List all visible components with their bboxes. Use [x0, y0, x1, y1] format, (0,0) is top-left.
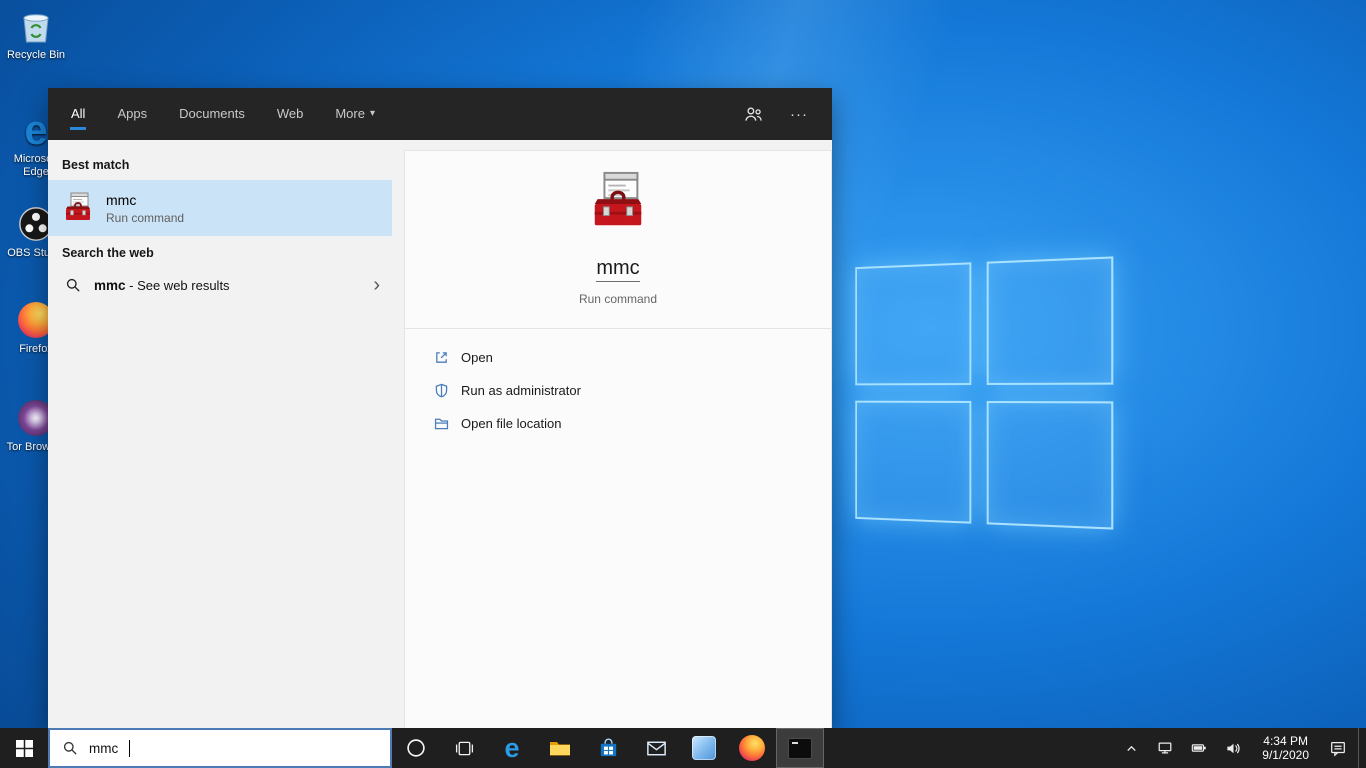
- web-search-result[interactable]: mmc - See web results ›: [48, 268, 392, 302]
- taskbar-mail-button[interactable]: [632, 728, 680, 768]
- edge-icon: e: [504, 733, 520, 763]
- chevron-up-icon: [1127, 745, 1137, 751]
- action-center-icon: [1331, 741, 1345, 757]
- action-run-as-administrator[interactable]: Run as administrator: [433, 374, 831, 407]
- system-tray: 4:34 PM 9/1/2020: [1117, 728, 1366, 768]
- taskbar-edge-button[interactable]: e: [488, 728, 536, 768]
- search-input-value: mmc: [89, 740, 119, 756]
- pinned-app-icon: [692, 736, 716, 760]
- volume-tray-button[interactable]: [1218, 728, 1249, 768]
- mail-icon: [646, 741, 666, 755]
- network-tray-button[interactable]: [1150, 728, 1180, 768]
- result-title: mmc: [106, 191, 137, 208]
- search-the-web-header: Search the web: [62, 246, 154, 260]
- battery-icon: [1192, 744, 1207, 752]
- microsoft-store-icon: [600, 738, 616, 756]
- mmc-toolbox-icon: [62, 192, 94, 224]
- chevron-down-icon: ▾: [369, 108, 375, 119]
- action-open[interactable]: Open: [433, 341, 831, 374]
- tab-all[interactable]: All: [70, 98, 87, 130]
- result-subtitle: Run command: [106, 210, 185, 225]
- command-prompt-icon: [788, 737, 812, 759]
- folder-location-icon: [433, 415, 450, 432]
- best-match-header: Best match: [62, 158, 130, 172]
- cortana-icon: [407, 739, 425, 757]
- result-preview-pane: mmc Run command Open Run as administrato…: [404, 150, 832, 728]
- taskbar-search-input[interactable]: mmc: [48, 728, 392, 768]
- hidden-icons-button[interactable]: [1117, 728, 1146, 768]
- tab-documents[interactable]: Documents: [178, 98, 246, 130]
- taskbar-clock[interactable]: 4:34 PM 9/1/2020: [1253, 734, 1318, 762]
- taskbar-store-button[interactable]: [584, 728, 632, 768]
- windows-desktop: Recycle Bin e Microsoft Edge OBS Studio …: [0, 0, 1366, 768]
- shield-icon: [433, 382, 450, 399]
- preview-subtitle: Run command: [578, 292, 658, 306]
- recycle-bin-icon: [16, 6, 56, 46]
- desktop-icon-label: Recycle Bin: [6, 49, 66, 61]
- search-icon: [62, 740, 78, 756]
- more-options-icon[interactable]: ···: [790, 106, 808, 123]
- clock-date: 9/1/2020: [1262, 748, 1309, 762]
- tab-more[interactable]: More ▾: [334, 98, 376, 130]
- start-button[interactable]: [0, 728, 48, 768]
- mmc-toolbox-icon-large: [587, 171, 649, 233]
- firefox-icon: [739, 735, 765, 761]
- web-suffix: - See web results: [125, 277, 230, 293]
- preview-actions: Open Run as administrator Open file loca…: [405, 329, 831, 440]
- account-icon[interactable]: [743, 104, 764, 125]
- action-center-button[interactable]: [1322, 728, 1354, 768]
- tab-apps[interactable]: Apps: [116, 98, 148, 130]
- chevron-right-icon[interactable]: ›: [373, 275, 380, 295]
- taskbar-firefox-button[interactable]: [728, 728, 776, 768]
- taskbar-command-prompt-button[interactable]: [776, 728, 824, 768]
- battery-tray-button[interactable]: [1184, 728, 1214, 768]
- taskbar-pinned-app-button[interactable]: [680, 728, 728, 768]
- search-results-list: Best match mmc Run command Search the we…: [48, 140, 392, 728]
- task-view-button[interactable]: [440, 728, 488, 768]
- file-explorer-icon: [550, 742, 570, 756]
- speaker-icon: [1227, 743, 1240, 753]
- taskbar: mmc e 4:34 PM 9/1/2020: [0, 728, 1366, 768]
- action-open-file-location[interactable]: Open file location: [433, 407, 831, 440]
- windows-logo: [855, 256, 1114, 530]
- search-icon: [65, 277, 81, 293]
- best-match-result-mmc[interactable]: mmc Run command: [48, 180, 392, 236]
- windows-start-icon: [15, 739, 33, 757]
- tab-web[interactable]: Web: [276, 98, 305, 130]
- network-ethernet-icon: [1158, 742, 1172, 754]
- task-view-icon: [455, 741, 473, 755]
- cortana-button[interactable]: [392, 728, 440, 768]
- web-query: mmc: [94, 277, 126, 293]
- search-flyout: All Apps Documents Web More ▾ ··· Best m…: [48, 88, 832, 728]
- search-filter-tabs: All Apps Documents Web More ▾ ···: [48, 88, 832, 140]
- clock-time: 4:34 PM: [1263, 734, 1308, 748]
- show-desktop-button[interactable]: [1358, 728, 1364, 768]
- text-cursor: [129, 739, 131, 757]
- open-icon: [433, 349, 450, 366]
- taskbar-file-explorer-button[interactable]: [536, 728, 584, 768]
- desktop-icon-recycle-bin[interactable]: Recycle Bin: [4, 6, 68, 62]
- preview-title: mmc: [596, 257, 640, 282]
